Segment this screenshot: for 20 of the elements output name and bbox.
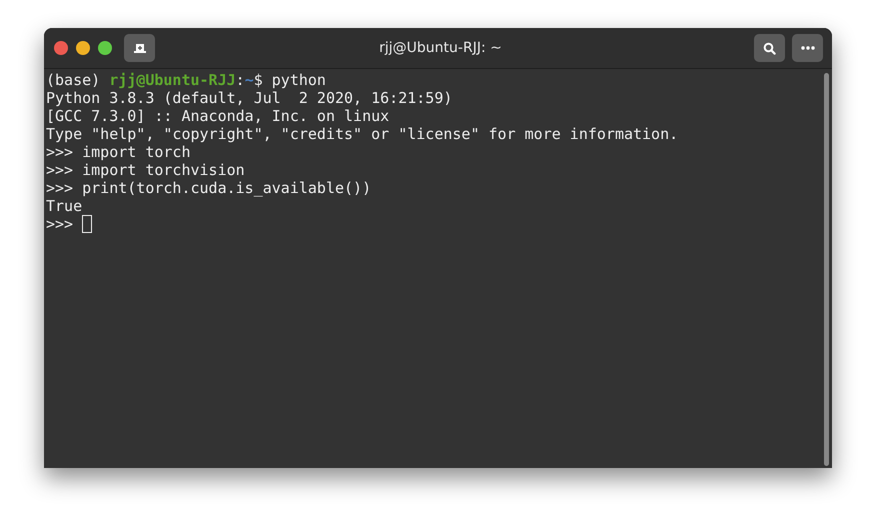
- maximize-button[interactable]: [98, 41, 112, 55]
- search-icon: [763, 42, 776, 54]
- scrollbar[interactable]: [824, 73, 829, 466]
- new-tab-button[interactable]: [124, 34, 155, 62]
- menu-button[interactable]: [792, 34, 823, 62]
- terminal-line: True: [46, 197, 82, 215]
- terminal-line: (base) rjj@Ubuntu-RJJ:~$ python: [46, 71, 326, 89]
- terminal-line: >>>: [46, 215, 74, 233]
- window-title: rjj@Ubuntu-RJJ: ~: [378, 40, 503, 56]
- more-icon: [800, 46, 814, 50]
- minimize-button[interactable]: [76, 41, 90, 55]
- terminal-line: >>> print(torch.cuda.is_available()): [46, 179, 372, 197]
- terminal-line: >>> import torchvision: [46, 161, 245, 179]
- terminal-line: >>> import torch: [46, 143, 190, 161]
- terminal-line: [GCC 7.3.0] :: Anaconda, Inc. on linux: [46, 107, 390, 125]
- search-button[interactable]: [754, 34, 785, 62]
- close-button[interactable]: [54, 41, 68, 55]
- tab-plus-icon: [134, 42, 146, 54]
- terminal-line: Type "help", "copyright", "credits" or "license" for more information.: [46, 125, 678, 143]
- terminal-line: Python 3.8.3 (default, Jul 2 2020, 16:21:59): [46, 89, 452, 107]
